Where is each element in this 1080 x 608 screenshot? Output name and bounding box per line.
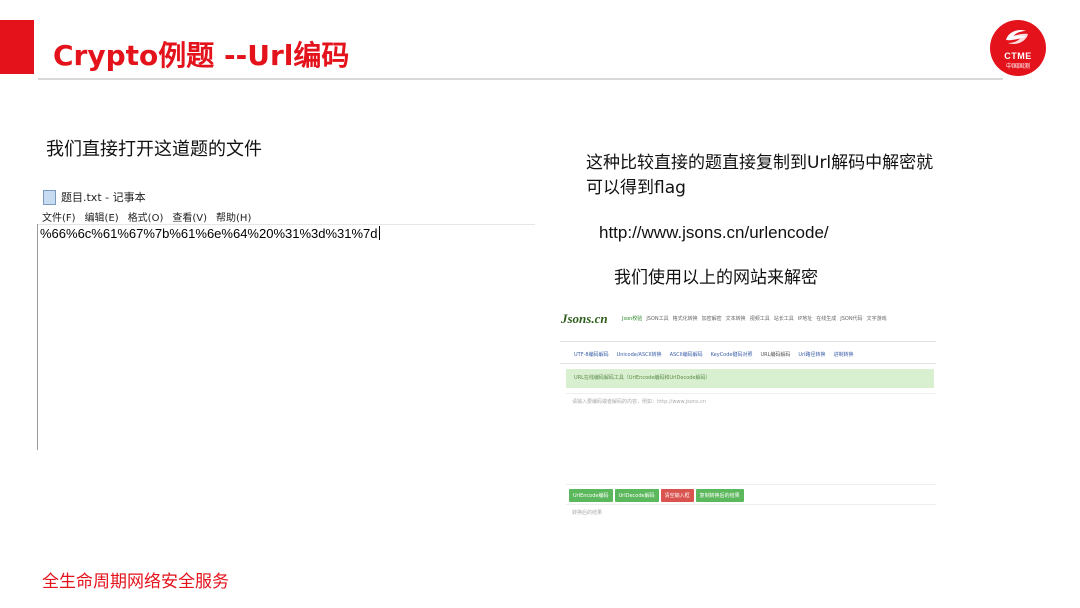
text-caret <box>378 226 380 240</box>
notepad-menu-separator <box>37 224 535 225</box>
menu-view[interactable]: 查看(V) <box>172 209 207 224</box>
site-input-textarea[interactable]: 请输入要编码或者解码的内容，例如：http://www.jsons.cn <box>566 393 936 485</box>
intro-text: 我们直接打开这道题的文件 <box>46 139 262 160</box>
description-text: 这种比较直接的题直接复制到Url解码中解密就可以得到flag <box>586 151 946 201</box>
logo-brand-subtext: 中国国测 <box>1005 63 1030 70</box>
description-line: 这种比较直接的题直接复制到Url解码中解密就可以得到flag <box>586 153 934 198</box>
site-output-textarea[interactable]: 转换后的结果 <box>566 504 936 545</box>
site-tab[interactable]: Url路径转换 <box>798 351 825 358</box>
slide-title: Crypto例题 --Url编码 <box>53 39 350 72</box>
site-divider <box>560 363 936 364</box>
url-encode-button[interactable]: UrlEncode编码 <box>569 489 613 502</box>
site-nav-item[interactable]: 文本转换 <box>726 315 746 322</box>
logo-brand-text: CTME <box>1004 51 1032 61</box>
copy-result-button[interactable]: 复制转换后的结果 <box>695 489 744 502</box>
usage-text: 我们使用以上的网站来解密 <box>614 268 818 288</box>
title-accent-bar <box>0 20 34 74</box>
clear-input-button[interactable]: 清空输入框 <box>660 489 694 502</box>
notepad-window: 题目.txt - 记事本 文件(F) 编辑(E) 格式(O) 查看(V) 帮助(… <box>37 184 537 452</box>
site-tab[interactable]: ASCII编码解码 <box>670 351 703 358</box>
menu-file[interactable]: 文件(F) <box>42 209 76 224</box>
site-nav-item[interactable]: 格式化转换 <box>673 315 698 322</box>
notepad-window-title: 题目.txt - 记事本 <box>61 191 146 204</box>
site-tool-banner: URL在线编码解码工具（UrlEncode编码和UrlDecode解码） <box>566 369 934 388</box>
footer-slogan: 全生命周期网络安全服务 <box>42 572 229 592</box>
site-nav-item[interactable]: JSON工具 <box>646 315 668 322</box>
site-tab[interactable]: UTF-8编码解码 <box>574 351 609 358</box>
menu-help[interactable]: 帮助(H) <box>216 209 251 224</box>
site-tab[interactable]: Unicode/ASCII转换 <box>617 351 662 358</box>
site-nav-item[interactable]: JSON代码 <box>840 315 862 322</box>
text-file-icon <box>43 189 56 205</box>
ctme-swirl-icon <box>1006 30 1028 44</box>
site-nav-item[interactable]: 文字游戏 <box>867 315 887 322</box>
site-nav-item[interactable]: 加密解密 <box>702 315 722 322</box>
site-divider <box>560 341 936 342</box>
site-tab[interactable]: 进制转换 <box>834 351 854 358</box>
encoded-flag-text: %66%6c%61%67%7b%61%6e%64%20%31%3d%31%7d <box>40 226 378 241</box>
site-tab[interactable]: KeyCode键码对照 <box>711 351 753 358</box>
notepad-menubar: 文件(F) 编辑(E) 格式(O) 查看(V) 帮助(H) <box>42 209 251 224</box>
site-logo: Jsons.cn <box>561 311 608 326</box>
jsons-website-screenshot: Jsons.cn Json校验 JSON工具 格式化转换 加密解密 文本转换 视… <box>560 305 938 545</box>
url-decode-button[interactable]: UrlDecode解码 <box>614 489 659 502</box>
site-nav-item[interactable]: IP地址 <box>798 315 813 322</box>
site-tab-url-decode[interactable]: URL编码解码 <box>761 351 791 358</box>
site-tool-tabs: UTF-8编码解码 Unicode/ASCII转换 ASCII编码解码 KeyC… <box>574 351 854 358</box>
site-nav-item[interactable]: 视频工具 <box>750 315 770 322</box>
site-nav-item[interactable]: 站长工具 <box>774 315 794 322</box>
site-input-placeholder: 请输入要编码或者解码的内容，例如：http://www.jsons.cn <box>572 399 707 405</box>
site-nav: Json校验 JSON工具 格式化转换 加密解密 文本转换 视频工具 站长工具 … <box>622 315 887 322</box>
title-divider <box>38 78 1003 80</box>
menu-format[interactable]: 格式(O) <box>128 209 164 224</box>
decoder-site-url: http://www.jsons.cn/urlencode/ <box>599 223 829 242</box>
notepad-text-area[interactable]: %66%6c%61%67%7b%61%6e%64%20%31%3d%31%7d <box>40 226 380 241</box>
site-output-placeholder: 转换后的结果 <box>572 510 603 516</box>
site-action-buttons: UrlEncode编码 UrlDecode解码 清空输入框 复制转换后的结果 <box>569 489 744 502</box>
notepad-left-border <box>37 224 38 450</box>
site-nav-item[interactable]: 在线生成 <box>816 315 836 322</box>
notepad-titlebar: 题目.txt - 记事本 <box>43 187 146 207</box>
menu-edit[interactable]: 编辑(E) <box>85 209 119 224</box>
ctme-logo: CTME 中国国测 <box>990 20 1046 76</box>
site-nav-item[interactable]: Json校验 <box>622 315 642 322</box>
